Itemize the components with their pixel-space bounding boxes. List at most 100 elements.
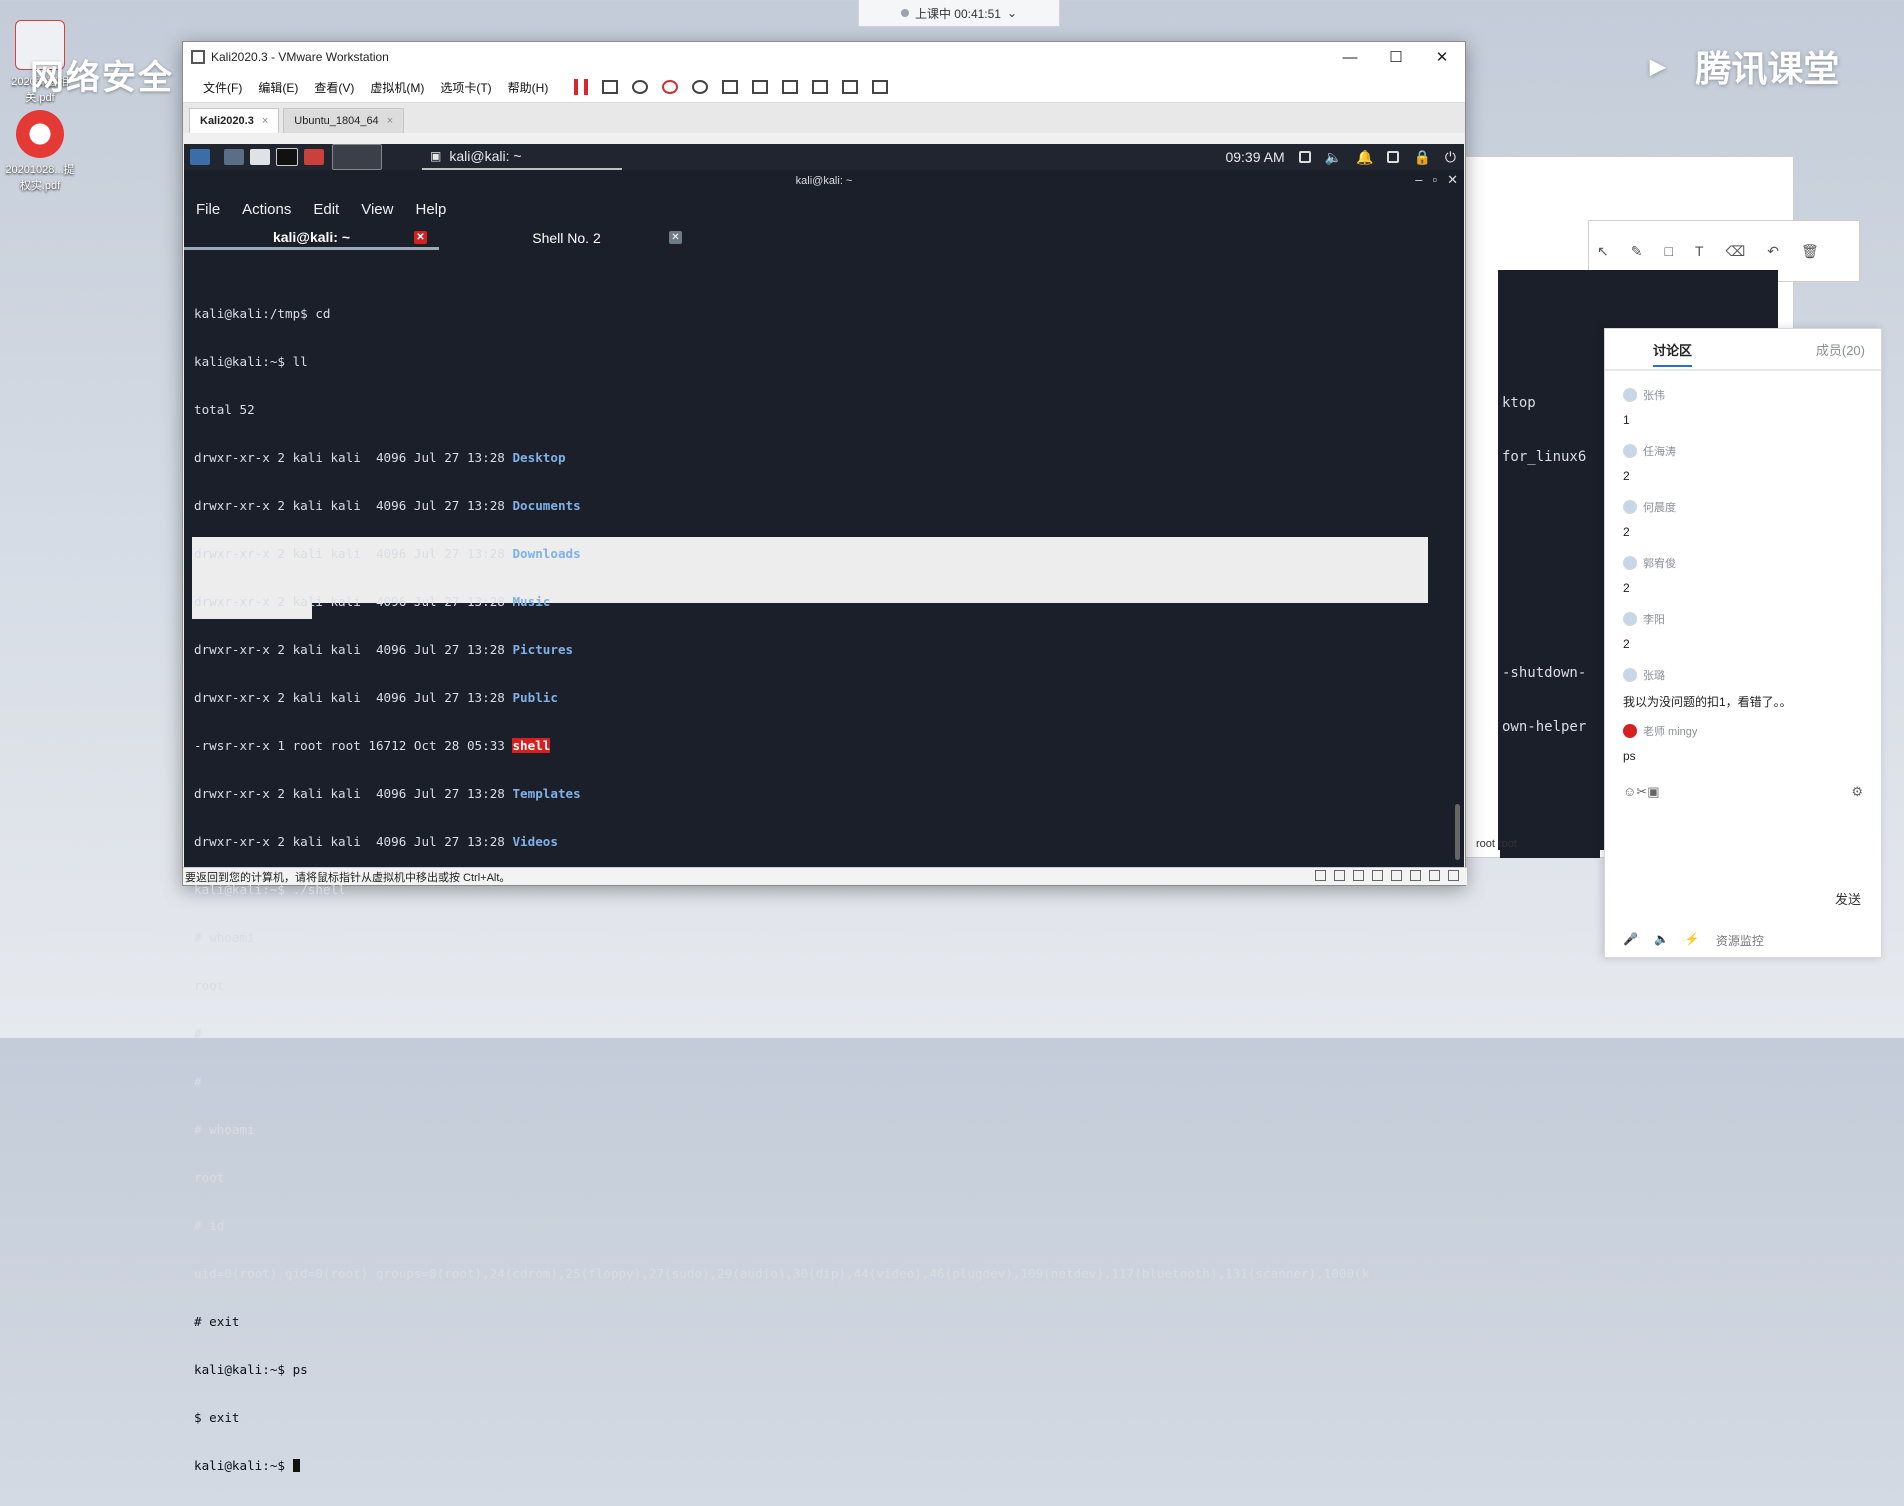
avatar: [1623, 724, 1637, 738]
network-icon[interactable]: [1353, 870, 1364, 881]
menu-edit[interactable]: 编辑(E): [250, 79, 306, 96]
speaker-icon[interactable]: 🔈: [1654, 932, 1669, 949]
clock[interactable]: 09:39 AM: [1225, 149, 1284, 165]
minimize-button[interactable]: –: [1415, 172, 1422, 188]
members-tab[interactable]: 成员(20): [1816, 340, 1865, 359]
emoji-icon[interactable]: ☺: [1623, 784, 1636, 800]
chat-text: 我以为没问题的扣1，看错了。。: [1623, 695, 1792, 709]
console-icon[interactable]: [842, 80, 859, 94]
menu-tabs[interactable]: 选项卡(T): [432, 79, 499, 96]
menu-edit[interactable]: Edit: [313, 201, 339, 218]
show-desktop-icon[interactable]: [224, 149, 244, 165]
notification-icon[interactable]: 🔔: [1356, 149, 1373, 166]
close-button[interactable]: ✕: [1419, 42, 1465, 72]
discussion-panel[interactable]: 讨论区 成员(20) 张伟 1 任海涛 2 何晨度 2 郭宥俊 2 李阳 2 张…: [1604, 328, 1882, 958]
send-keys-icon[interactable]: [602, 80, 619, 94]
terminal-launcher-icon[interactable]: [276, 148, 298, 166]
volume-icon[interactable]: 🔈: [1325, 149, 1342, 166]
terminal-titlebar[interactable]: kali@kali: ~ – ▫ ✕: [184, 170, 1464, 192]
eraser-icon[interactable]: ⌫: [1726, 243, 1746, 260]
avatar: [1623, 668, 1637, 682]
vmware-logo-icon: [191, 50, 205, 64]
discussion-title[interactable]: 讨论区: [1653, 340, 1693, 367]
class-status-bar[interactable]: 上课中 00:41:51 ⌄: [858, 0, 1060, 27]
snapshot-manager-icon[interactable]: [692, 80, 709, 94]
dir-name: Documents: [512, 498, 581, 513]
close-tab-icon[interactable]: ✕: [414, 231, 427, 244]
menu-file[interactable]: 文件(F): [195, 79, 250, 96]
close-tab-icon[interactable]: ×: [262, 115, 268, 127]
network-icon[interactable]: ⚡: [1685, 932, 1700, 949]
rect-icon[interactable]: □: [1664, 243, 1672, 260]
vmware-window[interactable]: Kali2020.3 - VMware Workstation — ☐ ✕ 文件…: [182, 41, 1467, 1473]
terminal-line: # whoami: [194, 1122, 255, 1137]
thumbnail-icon[interactable]: [752, 80, 769, 94]
close-tab-icon[interactable]: ✕: [669, 231, 682, 244]
maximize-button[interactable]: ▫: [1432, 172, 1437, 188]
pointer-icon[interactable]: ↖: [1597, 243, 1609, 260]
text-icon[interactable]: T: [1695, 243, 1704, 260]
dir-name: Templates: [512, 786, 581, 801]
usb-icon[interactable]: [1391, 870, 1402, 881]
mic-icon[interactable]: 🎤: [1623, 932, 1638, 949]
workspace-icon[interactable]: [332, 144, 382, 170]
menu-file[interactable]: File: [196, 201, 220, 218]
fullscreen-icon[interactable]: [782, 80, 799, 94]
scissors-icon[interactable]: ✂: [1636, 784, 1647, 800]
avatar: [1623, 500, 1637, 514]
pause-icon[interactable]: [574, 79, 589, 95]
tab-shell-2[interactable]: Shell No. 2 ✕: [439, 226, 694, 250]
vm-guest-screen[interactable]: ▣ kali@kali: ~ 09:39 AM 🔈 🔔 🔒 ⏻ kali@kal…: [184, 144, 1464, 1473]
image-icon[interactable]: ▣: [1647, 784, 1659, 800]
display-icon[interactable]: [1298, 151, 1311, 163]
file-manager-icon[interactable]: [250, 149, 270, 165]
display-icon[interactable]: [1448, 870, 1459, 881]
desktop-icon-pdf-2[interactable]: 20201028...提权实.pdf: [0, 110, 80, 193]
maximize-button[interactable]: ☐: [1373, 42, 1419, 72]
send-button[interactable]: 发送: [1835, 889, 1861, 908]
menu-view[interactable]: View: [361, 201, 393, 218]
menu-vm[interactable]: 虚拟机(M): [362, 79, 432, 96]
terminal-output[interactable]: kali@kali:/tmp$ cd kali@kali:~$ ll total…: [194, 274, 1444, 1506]
close-button[interactable]: ✕: [1447, 172, 1458, 188]
browser-icon[interactable]: [304, 149, 324, 165]
vmware-titlebar[interactable]: Kali2020.3 - VMware Workstation — ☐ ✕: [183, 42, 1465, 72]
brand-logo: ▶ 腾讯课堂: [1650, 40, 1839, 92]
terminal-line: kali@kali:~$ ll: [194, 354, 308, 369]
terminal-line: kali@kali:/tmp$ cd: [194, 306, 331, 321]
settings-icon[interactable]: ⚙: [1851, 784, 1863, 800]
sidebar-toggle-icon[interactable]: [722, 80, 739, 94]
unity-icon[interactable]: [812, 80, 829, 94]
view-options-icon[interactable]: [872, 80, 889, 94]
cd-icon[interactable]: [1334, 870, 1345, 881]
resource-monitor[interactable]: 资源监控: [1716, 932, 1764, 949]
minimize-button[interactable]: —: [1327, 42, 1373, 72]
sound-icon[interactable]: [1410, 870, 1421, 881]
trash-icon[interactable]: 🗑: [1801, 243, 1819, 260]
terminal-scrollbar[interactable]: [1455, 804, 1460, 860]
kali-menu-icon[interactable]: [190, 149, 210, 165]
lock-icon[interactable]: 🔒: [1413, 149, 1430, 166]
pen-icon[interactable]: ✎: [1631, 243, 1643, 260]
revert-snapshot-icon[interactable]: [662, 80, 679, 94]
snapshot-icon[interactable]: [632, 80, 649, 94]
menu-help[interactable]: Help: [415, 201, 446, 218]
tab-kali[interactable]: Kali2020.3 ×: [189, 108, 280, 133]
tab-shell-1[interactable]: kali@kali: ~ ✕: [184, 226, 439, 250]
chat-message: 老师 mingy ps: [1623, 723, 1697, 763]
network2-icon[interactable]: [1372, 870, 1383, 881]
menu-actions[interactable]: Actions: [242, 201, 291, 218]
undo-icon[interactable]: ↶: [1767, 243, 1779, 260]
menu-help[interactable]: 帮助(H): [500, 79, 557, 96]
terminal-line: -rwsr-xr-x 1 root root 16712 Oct 28 05:3…: [194, 738, 1444, 754]
printer-icon[interactable]: [1429, 870, 1440, 881]
hdd-icon[interactable]: [1315, 870, 1326, 881]
battery-icon[interactable]: [1387, 151, 1400, 163]
bg-line: own-helper: [1502, 719, 1587, 735]
tab-ubuntu[interactable]: Ubuntu_1804_64 ×: [283, 108, 405, 133]
menu-view[interactable]: 查看(V): [306, 79, 362, 96]
close-tab-icon[interactable]: ×: [387, 115, 393, 127]
power-icon[interactable]: ⏻: [1445, 149, 1456, 166]
chat-message: 张伟 1: [1623, 387, 1665, 427]
taskbar-terminal-item[interactable]: ▣ kali@kali: ~: [422, 144, 622, 170]
